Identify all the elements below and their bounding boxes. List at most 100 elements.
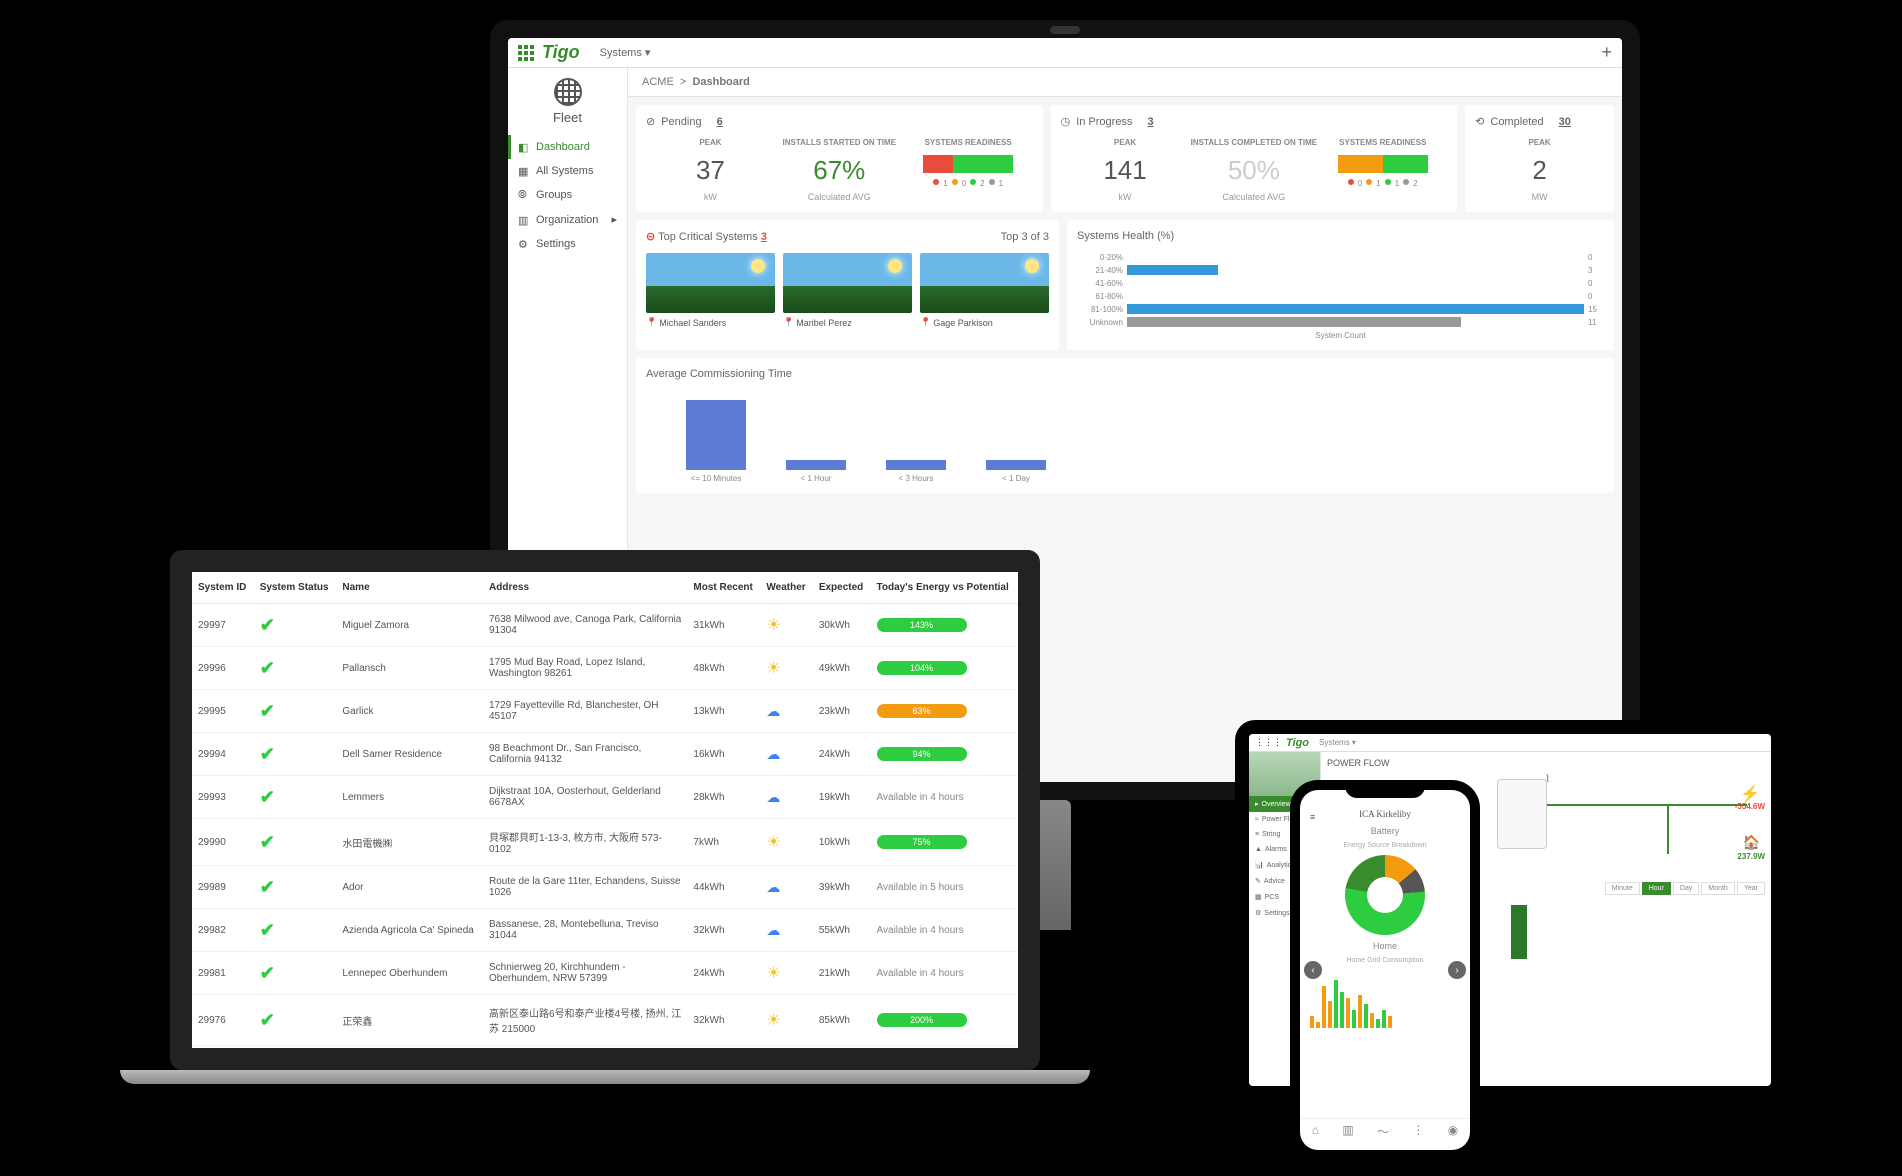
next-arrow[interactable]: ›: [1448, 961, 1466, 979]
critical-card-0[interactable]: 📍Michael Sanders: [646, 253, 775, 328]
expected: 55kWh: [813, 909, 871, 952]
system-name: Pallansch: [336, 647, 483, 690]
pending-peak: PEAK 37 kW: [646, 138, 775, 202]
table-row[interactable]: 29996✔Pallansch1795 Mud Bay Road, Lopez …: [192, 647, 1018, 690]
pending-readiness: SYSTEMS READINESS 1021: [904, 138, 1033, 202]
system-status: ✔: [254, 604, 337, 647]
system-address: Dijkstraat 10A, Oosterhout, Gelderland 6…: [483, 776, 687, 819]
table-row[interactable]: 29989✔AdorRoute de la Gare 11ter, Echand…: [192, 866, 1018, 909]
pending-count[interactable]: 6: [717, 116, 723, 128]
weather-cell: ☀: [760, 604, 812, 647]
expected: 19kWh: [813, 776, 871, 819]
home-icon: 🏠: [1743, 834, 1760, 851]
table-row[interactable]: 29997✔Miguel Zamora7638 Milwood ave, Can…: [192, 604, 1018, 647]
table-row[interactable]: 29994✔Dell Samer Residence98 Beachmont D…: [192, 733, 1018, 776]
table-row[interactable]: 29993✔LemmersDijkstraat 10A, Oosterhout,…: [192, 776, 1018, 819]
check-icon: ✔: [260, 920, 275, 940]
commissioning-chart: [646, 390, 1604, 470]
completed-count[interactable]: 30: [1559, 116, 1571, 128]
phone-screen: ≡ ICA Kirkeliby Battery Energy Source Br…: [1300, 790, 1470, 1150]
weather-cell: ☁: [760, 909, 812, 952]
range-day[interactable]: Day: [1673, 882, 1699, 895]
energy-cell: Available in 4 hours: [871, 1046, 1018, 1049]
weather-cell: ☀: [760, 995, 812, 1046]
range-minute[interactable]: Minute: [1605, 882, 1640, 895]
critical-count[interactable]: 3: [761, 231, 767, 243]
apps-grid-icon[interactable]: [518, 45, 534, 61]
camera-notch: [1050, 26, 1080, 34]
range-hour[interactable]: Hour: [1642, 882, 1671, 895]
sidebar-item-all-systems[interactable]: ▦All Systems: [508, 159, 627, 183]
system-name: Azienda Agricola Ca' Spineda: [336, 909, 483, 952]
nav-home-icon[interactable]: ⌂: [1312, 1123, 1319, 1140]
weather-cell: ☁: [760, 866, 812, 909]
most-recent: 11kWh: [687, 1046, 760, 1049]
expected: 23kWh: [813, 690, 871, 733]
consumption-bar-chart: [1300, 968, 1470, 1028]
nav-trend-icon[interactable]: 〜: [1377, 1123, 1389, 1140]
table-row[interactable]: 29976✔正荣鑫高新区泰山路6号和泰产业楼4号楼, 扬州, 江苏 215000…: [192, 995, 1018, 1046]
brand-logo[interactable]: Tigo: [1286, 737, 1309, 749]
sidebar-item-organization[interactable]: ▥Organization▸: [508, 207, 627, 232]
grid-value: -554.6W: [1735, 802, 1765, 811]
in-progress-count[interactable]: 3: [1148, 116, 1154, 128]
prev-arrow[interactable]: ‹: [1304, 961, 1322, 979]
critical-card-2[interactable]: 📍Gage Parkison: [920, 253, 1049, 328]
most-recent: 32kWh: [687, 995, 760, 1046]
sidebar-item-settings[interactable]: ⚙Settings: [508, 232, 627, 256]
most-recent: 16kWh: [687, 733, 760, 776]
nav-user-icon[interactable]: ◉: [1448, 1123, 1458, 1140]
energy-breakdown-label: Energy Source Breakdown: [1300, 842, 1470, 849]
expected: 24kWh: [813, 733, 871, 776]
pin-icon: 📍: [920, 317, 931, 328]
systems-dropdown[interactable]: Systems ▾: [600, 46, 651, 59]
groups-icon: ⦾: [518, 189, 530, 201]
weather-cell: ☁: [760, 690, 812, 733]
menu-icon[interactable]: ≡: [1310, 812, 1315, 822]
sidebar-item-dashboard[interactable]: ◧Dashboard: [508, 135, 627, 159]
most-recent: 24kWh: [687, 952, 760, 995]
system-status: ✔: [254, 866, 337, 909]
nav-chart-icon[interactable]: ▥: [1342, 1123, 1353, 1140]
fleet-header: Fleet: [508, 68, 627, 135]
cloud-icon: ☁: [766, 789, 780, 805]
completed-card: ⟲Completed 30 PEAK 2 MW: [1465, 105, 1614, 212]
availability-text: Available in 4 hours: [877, 968, 964, 979]
nav-more-icon[interactable]: ⋮: [1412, 1123, 1424, 1140]
critical-card-1[interactable]: 📍Maribel Perez: [783, 253, 912, 328]
table-row[interactable]: 29981✔Lennepec OberhundemSchnierweg 20, …: [192, 952, 1018, 995]
phone-device: ≡ ICA Kirkeliby Battery Energy Source Br…: [1290, 780, 1480, 1160]
energy-cell: Available in 4 hours: [871, 909, 1018, 952]
check-icon: ✔: [260, 615, 275, 635]
sidebar-item-groups[interactable]: ⦾Groups: [508, 183, 627, 207]
apps-icon[interactable]: ⋮⋮⋮: [1255, 737, 1282, 748]
home-consumption-label: Home Grid Consumption: [1300, 957, 1470, 964]
chevron-right-icon: ▸: [611, 213, 617, 226]
add-icon[interactable]: +: [1601, 42, 1612, 63]
history-icon: ⟲: [1475, 115, 1484, 128]
wifi-icon: ⌇: [1545, 774, 1550, 785]
availability-text: Available in 4 hours: [877, 925, 964, 936]
check-icon: ✔: [260, 744, 275, 764]
table-row[interactable]: 29982✔Azienda Agricola Ca' SpinedaBassan…: [192, 909, 1018, 952]
system-address: 1729 Fayetteville Rd, Blanchester, OH 45…: [483, 690, 687, 733]
topbar: Tigo Systems ▾ +: [508, 38, 1622, 68]
systems-dropdown[interactable]: Systems ▾: [1319, 738, 1356, 747]
table-row[interactable]: 29990✔水田電機㈱貝塚郡貝町1-13-3, 枚方市, 大阪府 573-010…: [192, 819, 1018, 866]
energy-cell: 200%: [871, 995, 1018, 1046]
table-row[interactable]: 29974✔Hoogenraad PowerZuideinde, Monnick…: [192, 1046, 1018, 1049]
cloud-icon: ☁: [766, 922, 780, 938]
weather-cell: ☀: [760, 1046, 812, 1049]
range-month[interactable]: Month: [1701, 882, 1734, 895]
sun-icon: ☀: [766, 965, 780, 982]
energy-pill: 63%: [877, 704, 967, 718]
system-id: 29990: [192, 819, 254, 866]
range-year[interactable]: Year: [1737, 882, 1765, 895]
table-row[interactable]: 29995✔Garlick1729 Fayetteville Rd, Blanc…: [192, 690, 1018, 733]
weather-cell: ☀: [760, 952, 812, 995]
system-status: ✔: [254, 776, 337, 819]
table-header-row: System ID System Status Name Address Mos…: [192, 572, 1018, 604]
breadcrumb-root[interactable]: ACME: [642, 76, 674, 88]
check-icon: ✔: [260, 658, 275, 678]
brand-logo[interactable]: Tigo: [542, 42, 580, 63]
